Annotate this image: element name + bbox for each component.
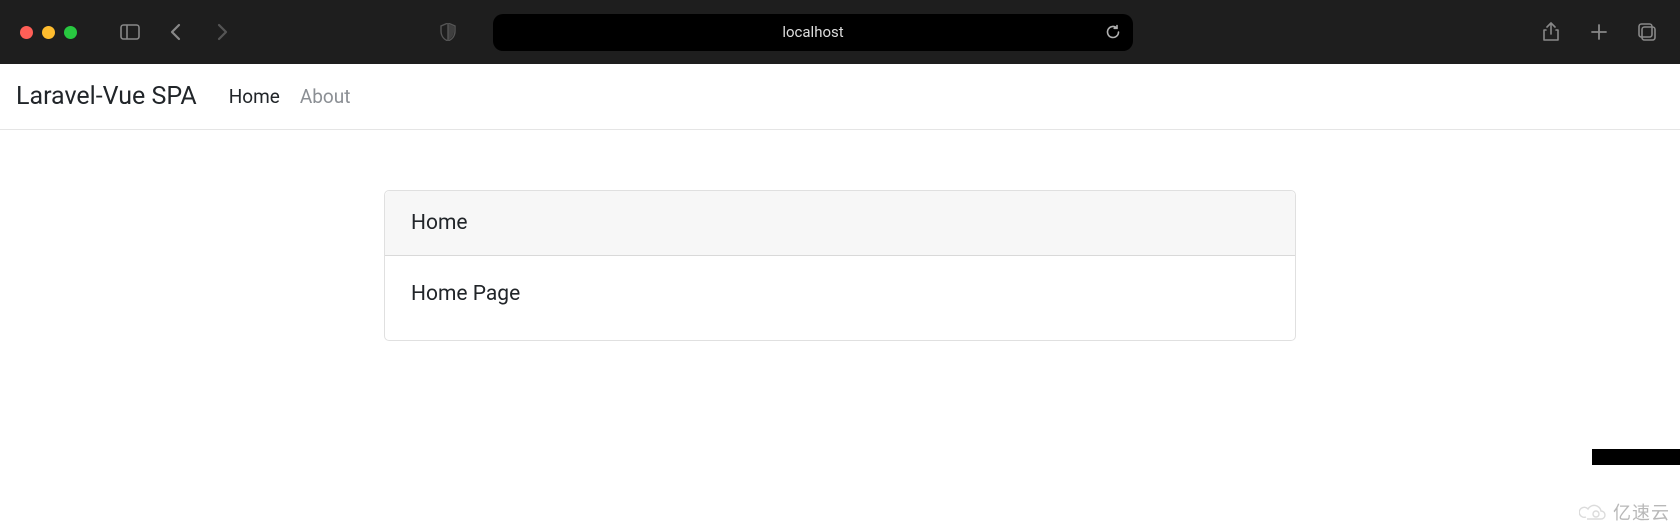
card-body: Home Page xyxy=(385,256,1295,340)
overlay-box xyxy=(1592,449,1680,465)
page-content: Laravel-Vue SPA Home About Home Home Pag… xyxy=(0,64,1680,341)
navbar: Laravel-Vue SPA Home About xyxy=(0,64,1680,130)
card-header: Home xyxy=(385,191,1295,256)
main-container: Home Home Page xyxy=(0,130,1680,341)
window-close-button[interactable] xyxy=(20,26,33,39)
address-text: localhost xyxy=(782,23,843,41)
sidebar-toggle-icon[interactable] xyxy=(117,19,143,45)
watermark: 亿速云 xyxy=(1579,499,1670,525)
tab-overview-icon[interactable] xyxy=(1634,19,1660,45)
back-button[interactable] xyxy=(163,19,189,45)
window-maximize-button[interactable] xyxy=(64,26,77,39)
address-bar[interactable]: localhost xyxy=(493,14,1133,51)
window-minimize-button[interactable] xyxy=(42,26,55,39)
reload-icon[interactable] xyxy=(1105,24,1121,40)
nav-link-about[interactable]: About xyxy=(300,85,351,108)
navbar-brand[interactable]: Laravel-Vue SPA xyxy=(16,82,197,111)
card: Home Home Page xyxy=(384,190,1296,341)
forward-button[interactable] xyxy=(209,19,235,45)
browser-right-tools xyxy=(1538,19,1660,45)
share-icon[interactable] xyxy=(1538,19,1564,45)
watermark-text: 亿速云 xyxy=(1613,499,1670,525)
shield-icon[interactable] xyxy=(435,19,461,45)
traffic-lights xyxy=(20,26,77,39)
nav-links: Home About xyxy=(229,85,351,108)
new-tab-icon[interactable] xyxy=(1586,19,1612,45)
browser-chrome: localhost xyxy=(0,0,1680,64)
nav-link-home[interactable]: Home xyxy=(229,85,280,108)
